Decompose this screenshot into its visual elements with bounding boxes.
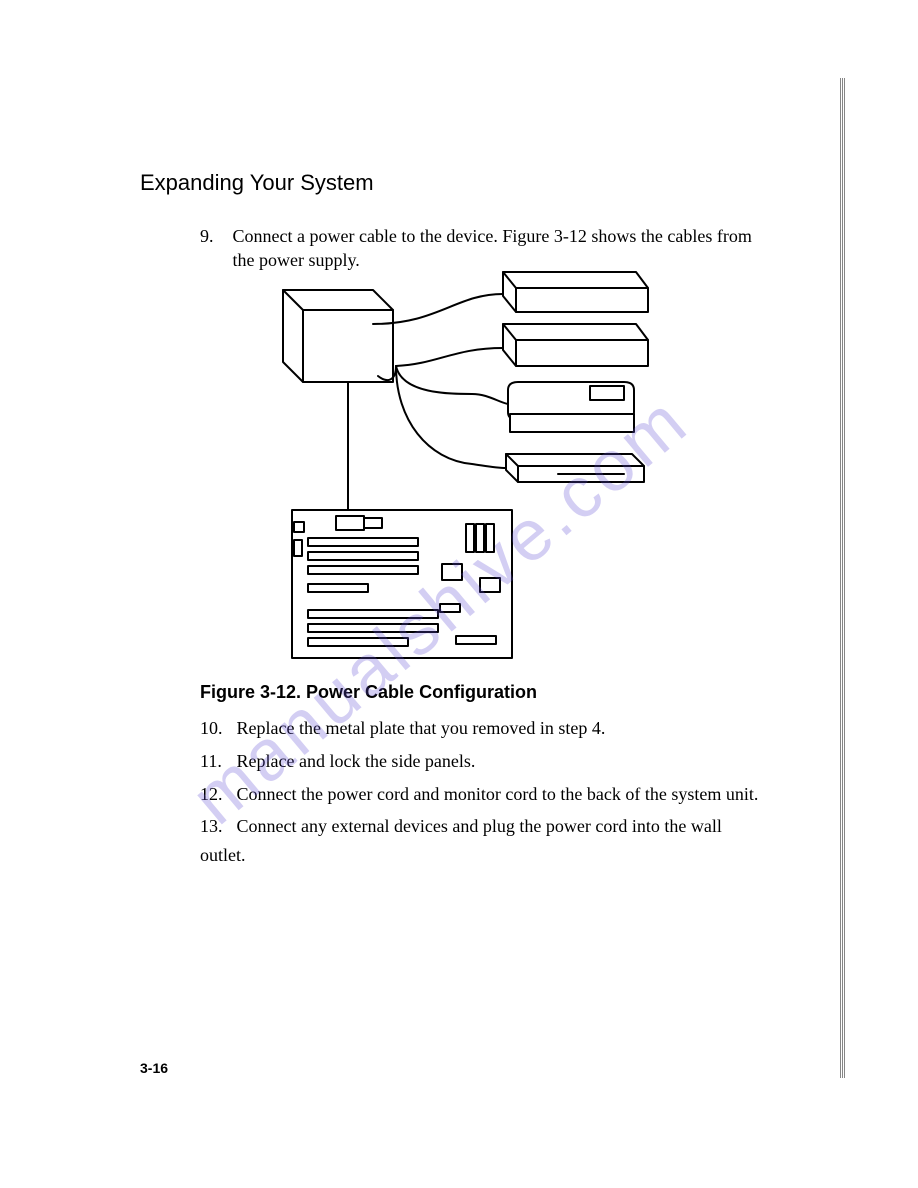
page-title: Expanding Your System: [140, 170, 374, 196]
drive-top-icon: [503, 272, 648, 312]
step-text: Connect any external devices and plug th…: [200, 816, 722, 865]
step-9-number: 9.: [200, 224, 228, 248]
page-number: 3-16: [140, 1060, 168, 1076]
list-item: 13. Connect any external devices and plu…: [200, 812, 760, 870]
power-cable-diagram-svg: [228, 264, 658, 664]
figure-3-12-illustration: [228, 264, 658, 664]
step-number: 13.: [200, 812, 232, 841]
power-supply-icon: [283, 290, 393, 382]
step-text: Replace and lock the side panels.: [237, 751, 476, 771]
step-number: 12.: [200, 780, 232, 809]
step-text: Replace the metal plate that you removed…: [237, 718, 606, 738]
step-number: 10.: [200, 714, 232, 743]
floppy-drive-icon: [506, 454, 644, 482]
figure-caption: Figure 3-12. Power Cable Configuration: [200, 682, 537, 703]
list-item: 12. Connect the power cord and monitor c…: [200, 780, 760, 809]
list-item: 10. Replace the metal plate that you rem…: [200, 714, 760, 743]
list-item: 11. Replace and lock the side panels.: [200, 747, 760, 776]
step-number: 11.: [200, 747, 232, 776]
step-text: Connect the power cord and monitor cord …: [237, 784, 759, 804]
scan-edge-artifact: [840, 78, 846, 1078]
drive-second-icon: [503, 324, 648, 366]
steps-list: 10. Replace the metal plate that you rem…: [200, 714, 760, 874]
document-page: Expanding Your System 9. Connect a power…: [0, 0, 918, 1188]
motherboard-icon: [292, 510, 512, 658]
hard-disk-icon: [508, 382, 634, 432]
